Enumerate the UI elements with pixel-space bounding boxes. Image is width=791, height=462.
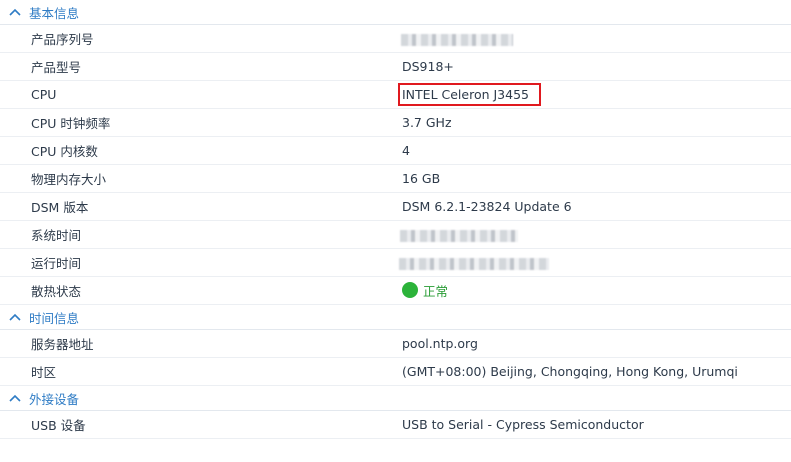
system-info-panel: 基本信息 产品序列号 产品型号 DS918+ CPU INTEL Celeron…: [0, 0, 791, 439]
section-header-basic-info[interactable]: 基本信息: [0, 0, 791, 25]
info-row-serial: 产品序列号: [0, 25, 791, 53]
uptime-value-redacted: [399, 255, 791, 270]
info-label: DSM 版本: [31, 200, 89, 215]
chevron-up-icon: [8, 391, 22, 405]
info-value: 4: [402, 143, 410, 158]
info-row-memory: 物理内存大小 16 GB: [0, 165, 791, 193]
chevron-up-icon: [8, 5, 22, 19]
info-value: DSM 6.2.1-23824 Update 6: [402, 199, 572, 214]
info-row-thermal: 散热状态 正常: [0, 277, 791, 305]
info-row-dsm: DSM 版本 DSM 6.2.1-23824 Update 6: [0, 193, 791, 221]
info-value: DS918+: [402, 59, 454, 74]
info-label: USB 设备: [31, 418, 86, 433]
serial-value-redacted: [401, 31, 791, 46]
info-row-model: 产品型号 DS918+: [0, 53, 791, 81]
info-label: 系统时间: [31, 228, 82, 243]
section-header-external-devices[interactable]: 外接设备: [0, 386, 791, 411]
info-row-uptime: 运行时间: [0, 249, 791, 277]
info-value: INTEL Celeron J3455: [402, 86, 529, 102]
info-row-system-time: 系统时间: [0, 221, 791, 249]
chevron-up-icon: [8, 310, 22, 324]
info-row-usb-device: USB 设备 USB to Serial - Cypress Semicondu…: [0, 411, 791, 439]
info-label: 散热状态: [31, 284, 82, 299]
info-row-cpu-cores: CPU 内核数 4: [0, 137, 791, 165]
info-row-timezone: 时区 (GMT+08:00) Beijing, Chongqing, Hong …: [0, 358, 791, 386]
section-title: 时间信息: [29, 310, 80, 326]
info-row-cpu-freq: CPU 时钟频率 3.7 GHz: [0, 109, 791, 137]
info-label: CPU 内核数: [31, 144, 98, 159]
info-label: CPU: [31, 87, 57, 102]
info-label: CPU 时钟频率: [31, 116, 111, 131]
info-label: 产品序列号: [31, 32, 94, 47]
info-label: 时区: [31, 365, 57, 380]
info-label: 产品型号: [31, 60, 82, 75]
info-row-cpu: CPU INTEL Celeron J3455: [0, 81, 791, 109]
cpu-highlight-box: INTEL Celeron J3455: [398, 82, 541, 106]
thermal-status-text: 正常: [423, 284, 449, 299]
section-header-time-info[interactable]: 时间信息: [0, 305, 791, 330]
section-title: 基本信息: [29, 5, 80, 21]
section-title: 外接设备: [29, 391, 80, 407]
info-value: (GMT+08:00) Beijing, Chongqing, Hong Kon…: [402, 364, 738, 379]
system-time-value-redacted: [400, 227, 791, 242]
info-row-ntp-server: 服务器地址 pool.ntp.org: [0, 330, 791, 358]
info-label: 服务器地址: [31, 337, 94, 352]
info-value: 16 GB: [402, 171, 441, 186]
status-ok-icon: [402, 281, 418, 298]
info-label: 运行时间: [31, 256, 82, 271]
info-label: 物理内存大小: [31, 172, 107, 187]
info-value: 3.7 GHz: [402, 115, 452, 130]
info-value: pool.ntp.org: [402, 336, 478, 351]
info-value: USB to Serial - Cypress Semiconductor: [402, 417, 644, 432]
